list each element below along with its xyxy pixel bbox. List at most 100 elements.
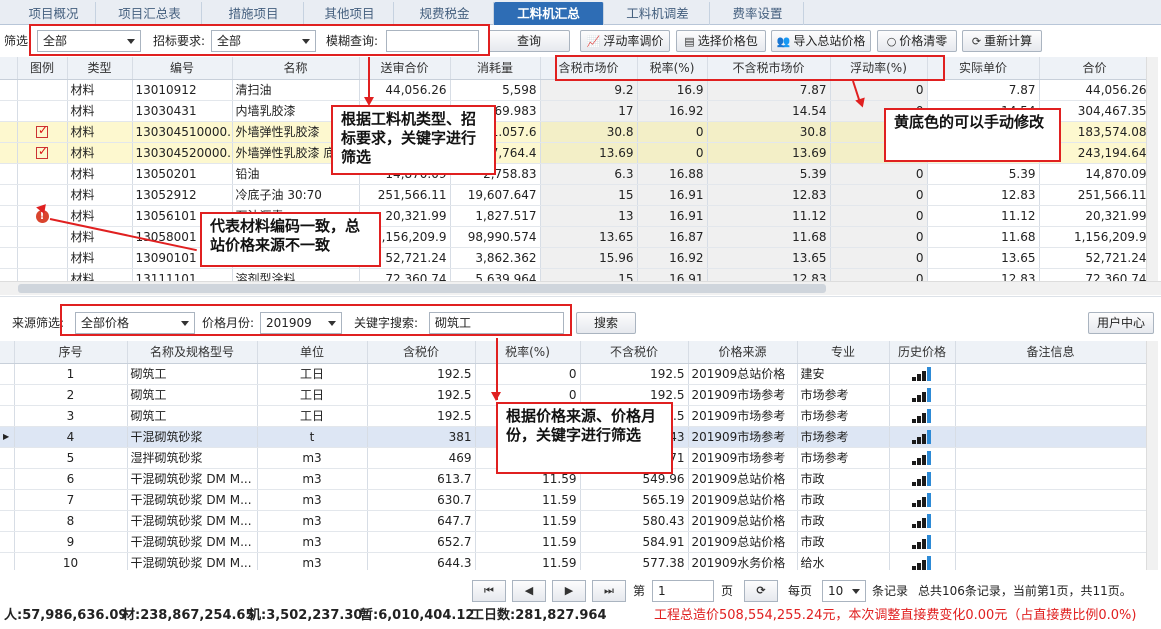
next-page-button[interactable]: ▶: [552, 580, 586, 602]
per-page-select[interactable]: 10: [822, 580, 866, 602]
month-select[interactable]: 201909: [260, 312, 342, 334]
col-header[interactable]: 税率(%): [475, 341, 581, 364]
cell-major[interactable]: 市政: [797, 489, 890, 511]
cell-source[interactable]: 201909市场参考: [688, 405, 798, 427]
cell-rate[interactable]: 0: [637, 142, 708, 164]
cell-major[interactable]: 市场参考: [797, 447, 890, 469]
cell-qty[interactable]: 98,990.574: [450, 226, 541, 248]
cell-remark[interactable]: [955, 552, 1146, 570]
cell-major[interactable]: 市政: [797, 531, 890, 553]
cell-remark[interactable]: [955, 405, 1146, 427]
cell-source[interactable]: 201909市场参考: [688, 384, 798, 406]
cell-rate[interactable]: 16.88: [637, 163, 708, 185]
tab-project-summary[interactable]: 项目汇总表: [98, 2, 202, 25]
tab-other-items[interactable]: 其他项目: [306, 2, 394, 25]
cell-tax-price[interactable]: 469: [367, 447, 476, 469]
cell-remark[interactable]: [955, 489, 1146, 511]
history-price-cell[interactable]: [889, 384, 956, 406]
import-station-price-button[interactable]: 👥 导入总站价格: [771, 30, 871, 52]
history-price-cell[interactable]: [889, 447, 956, 469]
cell-total[interactable]: 14,870.09: [1039, 163, 1148, 185]
cell-tax-price[interactable]: 630.7: [367, 489, 476, 511]
price-row[interactable]: 10 干混砌筑砂浆 DM M... m3 644.3 11.59 577.38 201909…: [0, 552, 1146, 570]
cell-name[interactable]: 干混砌筑砂浆 DM M...: [127, 468, 258, 490]
cell-notax-price[interactable]: 14.54: [707, 100, 831, 122]
cell-source[interactable]: 201909水务价格: [688, 552, 798, 570]
cell-float[interactable]: 0: [830, 184, 928, 206]
cell-tax-price[interactable]: 6.3: [540, 163, 638, 185]
tab-labor-material-adjust[interactable]: 工料机调差: [606, 2, 710, 25]
cell-tax-price[interactable]: 647.7: [367, 510, 476, 532]
col-header[interactable]: 含税价: [367, 341, 476, 364]
cell-tax-price[interactable]: 30.8: [540, 121, 638, 143]
cell-remark[interactable]: [955, 468, 1146, 490]
material-row[interactable]: 材料13050201铅油14,870.092,758.836.316.885.3…: [0, 163, 1148, 185]
cell-unit[interactable]: 工日: [257, 405, 368, 427]
bid-req-select[interactable]: 全部: [211, 30, 316, 52]
cell-notax[interactable]: 577.38: [580, 552, 689, 570]
cell-name[interactable]: 砌筑工: [127, 363, 258, 385]
history-price-cell[interactable]: [889, 363, 956, 385]
cell-total[interactable]: 1,156,209.9: [1039, 226, 1148, 248]
cell-unit[interactable]: m3: [257, 510, 368, 532]
material-row[interactable]: 材料 13052912 冷底子油 30:70 251,566.11 19,607.647…: [0, 184, 1148, 206]
cell-notax-price[interactable]: 5.39: [707, 163, 831, 185]
cell-unit[interactable]: m3: [257, 531, 368, 553]
cell-type[interactable]: 材料: [67, 142, 133, 164]
cell-name[interactable]: 干混砌筑砂浆: [127, 426, 258, 448]
cell-tax-price[interactable]: 13: [540, 205, 638, 227]
cell-source[interactable]: 201909总站价格: [688, 531, 798, 553]
user-center-button[interactable]: 用户中心: [1088, 312, 1154, 334]
cell-rate[interactable]: 11.59: [475, 552, 581, 570]
fuzzy-query-input[interactable]: [386, 30, 479, 52]
select-price-pkg-button[interactable]: ▤ 选择价格包: [676, 30, 766, 52]
cell-tax-price[interactable]: 613.7: [367, 468, 476, 490]
cell-code[interactable]: 130304520000...: [132, 142, 233, 164]
bar-chart-icon[interactable]: [912, 513, 932, 528]
bar-chart-icon[interactable]: [912, 408, 932, 423]
col-header[interactable]: 类型: [67, 57, 133, 80]
cell-name[interactable]: 砌筑工: [127, 384, 258, 406]
tab-measures[interactable]: 措施项目: [204, 2, 304, 25]
cell-rate[interactable]: 0: [475, 363, 581, 385]
bar-chart-icon[interactable]: [912, 366, 932, 381]
cell-total[interactable]: 52,721.24: [1039, 247, 1148, 269]
col-header[interactable]: 单位: [257, 341, 368, 364]
price-clear-button[interactable]: ○ 价格清零: [877, 30, 957, 52]
recalc-button[interactable]: ⟳ 重新计算: [962, 30, 1042, 52]
cell-rate[interactable]: 16.92: [637, 100, 708, 122]
bar-chart-icon[interactable]: [912, 387, 932, 402]
cell-tax-price[interactable]: 15.96: [540, 247, 638, 269]
cell-name[interactable]: 冷底子油 30:70: [232, 184, 360, 206]
cell-name[interactable]: 砌筑工: [127, 405, 258, 427]
cell-no[interactable]: 1: [14, 363, 128, 385]
cell-source[interactable]: 201909总站价格: [688, 510, 798, 532]
cell-notax-price[interactable]: 12.83: [707, 184, 831, 206]
cell-rate[interactable]: 16.91: [637, 205, 708, 227]
material-hscroll-thumb[interactable]: [18, 284, 826, 293]
cell-remark[interactable]: [955, 531, 1146, 553]
history-price-cell[interactable]: [889, 552, 956, 570]
cell-notax-price[interactable]: 13.65: [707, 247, 831, 269]
col-header[interactable]: 实际单价: [927, 57, 1040, 80]
cell-total[interactable]: 20,321.99: [1039, 205, 1148, 227]
cell-source[interactable]: 201909总站价格: [688, 489, 798, 511]
cell-type[interactable]: 材料: [67, 247, 133, 269]
cell-no[interactable]: 6: [14, 468, 128, 490]
col-header[interactable]: 历史价格: [889, 341, 956, 364]
cell-name[interactable]: 干混砌筑砂浆 DM M...: [127, 531, 258, 553]
cell-rate[interactable]: 16.91: [637, 184, 708, 206]
cell-tax-price[interactable]: 381: [367, 426, 476, 448]
source-select[interactable]: 全部价格: [75, 312, 195, 334]
cell-source[interactable]: 201909市场参考: [688, 447, 798, 469]
page-input[interactable]: 1: [652, 580, 714, 602]
cell-float[interactable]: 0: [830, 205, 928, 227]
history-price-cell[interactable]: [889, 426, 956, 448]
cell-code[interactable]: 13030431: [132, 100, 233, 122]
col-header[interactable]: 合价: [1039, 57, 1148, 80]
float-adjust-button[interactable]: 📈 浮动率调价: [580, 30, 670, 52]
splitter[interactable]: [0, 296, 1161, 304]
cell-notax[interactable]: 584.91: [580, 531, 689, 553]
col-header[interactable]: 消耗量: [450, 57, 541, 80]
cell-rate[interactable]: 11.59: [475, 531, 581, 553]
